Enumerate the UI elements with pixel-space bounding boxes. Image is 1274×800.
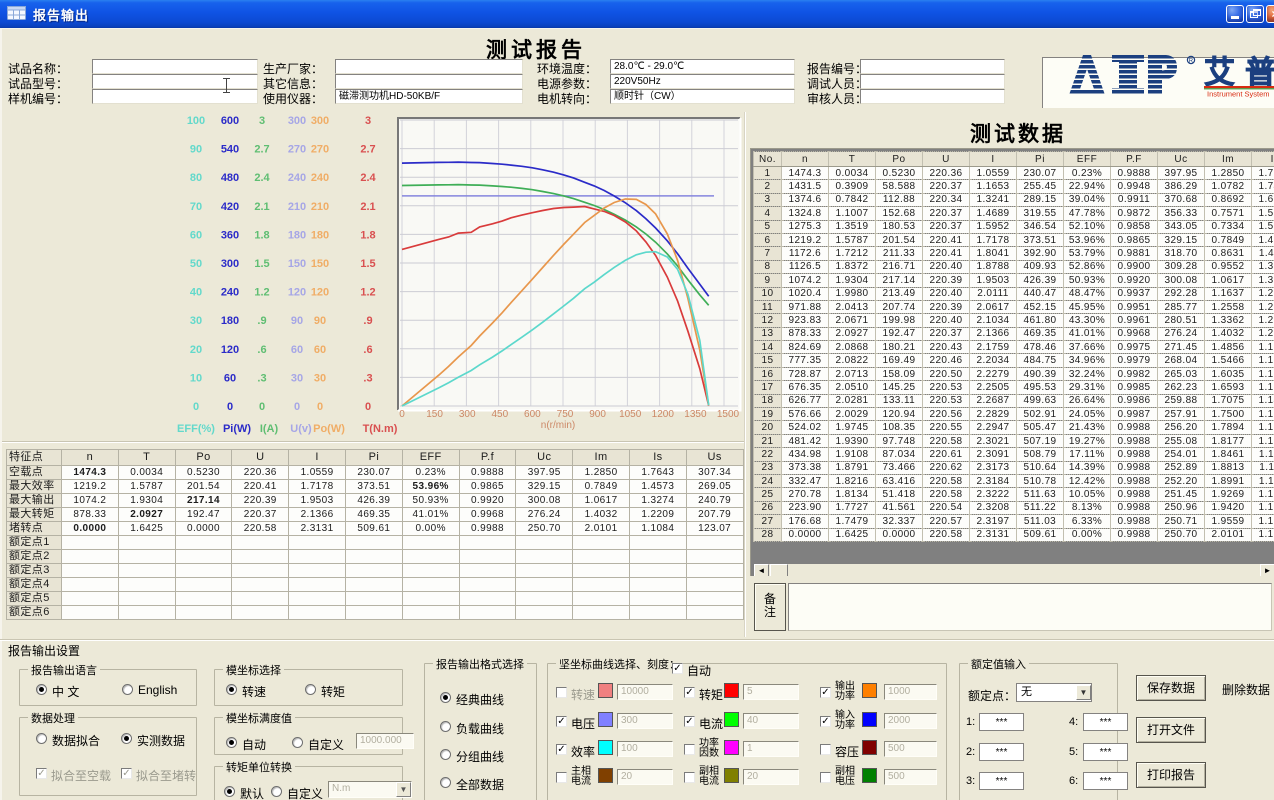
svg-text:.3: .3 (257, 372, 266, 384)
svg-text:60: 60 (314, 344, 326, 356)
svg-text:艾普: 艾普 (1204, 55, 1274, 90)
svg-text:480: 480 (221, 172, 239, 184)
svg-text:90: 90 (314, 315, 326, 327)
svg-text:0: 0 (317, 401, 323, 413)
svg-text:30: 30 (291, 372, 303, 384)
svg-text:240: 240 (221, 287, 239, 299)
svg-text:2.7: 2.7 (254, 144, 269, 156)
svg-text:.6: .6 (363, 344, 372, 356)
svg-text:210: 210 (288, 201, 306, 213)
svg-text:.3: .3 (363, 372, 372, 384)
svg-text:120: 120 (221, 344, 239, 356)
svg-text:120: 120 (311, 287, 329, 299)
svg-text:T(N.m): T(N.m) (363, 423, 398, 435)
svg-text:.9: .9 (257, 315, 266, 327)
svg-text:900: 900 (589, 409, 606, 420)
svg-text:1.8: 1.8 (254, 229, 269, 241)
svg-text:0: 0 (294, 401, 300, 413)
svg-text:270: 270 (288, 144, 306, 156)
svg-text:750: 750 (557, 409, 574, 420)
svg-text:150: 150 (288, 258, 306, 270)
svg-text:0: 0 (399, 409, 405, 420)
svg-text:3: 3 (365, 115, 371, 127)
svg-text:180: 180 (311, 229, 329, 241)
svg-text:240: 240 (311, 172, 329, 184)
svg-text:2.1: 2.1 (254, 201, 269, 213)
svg-text:3: 3 (259, 115, 265, 127)
svg-text:90: 90 (190, 144, 202, 156)
svg-text:10: 10 (190, 372, 202, 384)
svg-text:40: 40 (190, 287, 202, 299)
svg-text:60: 60 (291, 344, 303, 356)
svg-text:80: 80 (190, 172, 202, 184)
svg-text:540: 540 (221, 144, 239, 156)
svg-text:0: 0 (227, 401, 233, 413)
svg-text:180: 180 (288, 229, 306, 241)
svg-text:20: 20 (190, 344, 202, 356)
svg-text:R: R (1189, 59, 1194, 65)
svg-text:U(v): U(v) (290, 423, 312, 435)
svg-text:2.4: 2.4 (360, 172, 376, 184)
svg-text:I(A): I(A) (260, 423, 279, 435)
svg-text:90: 90 (291, 315, 303, 327)
svg-text:1.5: 1.5 (360, 258, 375, 270)
svg-text:Pi(W): Pi(W) (223, 423, 251, 435)
svg-text:300: 300 (459, 409, 476, 420)
svg-text:30: 30 (314, 372, 326, 384)
svg-text:210: 210 (311, 201, 329, 213)
svg-text:Po(W): Po(W) (313, 423, 345, 435)
svg-text:600: 600 (221, 115, 239, 127)
svg-text:300: 300 (288, 115, 306, 127)
svg-text:0: 0 (259, 401, 265, 413)
svg-text:50: 50 (190, 258, 202, 270)
svg-text:1.2: 1.2 (254, 287, 269, 299)
svg-text:360: 360 (221, 229, 239, 241)
svg-text:120: 120 (288, 287, 306, 299)
svg-text:1.2: 1.2 (360, 287, 375, 299)
svg-text:EFF(%): EFF(%) (177, 423, 215, 435)
svg-text:60: 60 (224, 372, 236, 384)
svg-text:150: 150 (311, 258, 329, 270)
svg-text:1350: 1350 (684, 409, 707, 420)
svg-text:1050: 1050 (619, 409, 642, 420)
svg-text:150: 150 (426, 409, 443, 420)
svg-text:2.1: 2.1 (360, 201, 375, 213)
svg-text:1.8: 1.8 (360, 229, 375, 241)
svg-text:n(r/min): n(r/min) (541, 420, 575, 431)
svg-text:60: 60 (190, 229, 202, 241)
svg-text:0: 0 (365, 401, 371, 413)
svg-text:270: 270 (311, 144, 329, 156)
svg-text:2.4: 2.4 (254, 172, 270, 184)
svg-text:300: 300 (221, 258, 239, 270)
svg-text:70: 70 (190, 201, 202, 213)
svg-text:0: 0 (193, 401, 199, 413)
svg-text:420: 420 (221, 201, 239, 213)
svg-text:450: 450 (491, 409, 508, 420)
svg-text:2.7: 2.7 (360, 144, 375, 156)
svg-text:1.5: 1.5 (254, 258, 269, 270)
svg-text:100: 100 (187, 115, 205, 127)
svg-text:30: 30 (190, 315, 202, 327)
svg-text:1200: 1200 (652, 409, 675, 420)
svg-text:180: 180 (221, 315, 239, 327)
svg-text:1500: 1500 (717, 409, 740, 420)
svg-text:Instrument System: Instrument System (1207, 90, 1270, 99)
svg-text:.6: .6 (257, 344, 266, 356)
svg-text:240: 240 (288, 172, 306, 184)
svg-text:.9: .9 (363, 315, 372, 327)
svg-text:600: 600 (524, 409, 541, 420)
svg-text:300: 300 (311, 115, 329, 127)
